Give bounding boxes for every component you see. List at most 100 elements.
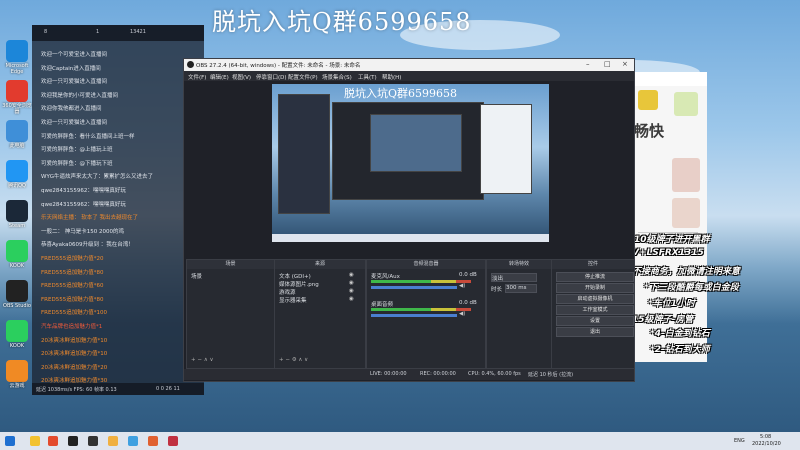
volume-meter [371,280,471,283]
obs-titlebar[interactable]: OBS 27.2.4 (64-bit, windows) - 配置文件: 未命名… [184,59,634,71]
obs-window[interactable]: OBS 27.2.4 (64-bit, windows) - 配置文件: 未命名… [183,58,635,382]
chat-footer-left: 延迟 1038ms/s FPS: 60 帧率 0.13 [36,387,117,393]
app-icon [6,80,28,102]
obs-statusbar: LIVE: 00:00:00 REC: 00:00:00 CPU: 0.4%, … [184,369,634,380]
source-item[interactable]: 游戏源 [279,288,296,296]
scenes-panel: 场景 场景 + − ∧ ∨ [186,259,275,369]
browser-icon[interactable] [48,436,58,446]
menu-profile[interactable]: 配置文件(P) [288,73,318,81]
menu-edit[interactable]: 编辑(E) [210,73,229,81]
chat-message: 欢迎一只可爱猫进入直播间 [41,120,108,126]
eye-icon[interactable]: ◉ [349,288,354,294]
clock-date[interactable]: 2022/10/20 [752,441,781,447]
menu-docks[interactable]: 停靠窗口(D) [256,73,287,81]
scenes-toolbar[interactable]: + − ∧ ∨ [191,357,214,363]
preview-title: 脱坑入坑Q群6599658 [344,87,458,100]
overlay-title: 脱坑入坑Q群6599658 [212,8,472,36]
chat-message: 20冰爽冰鲜追加魅力值*10 [41,351,108,358]
file-explorer-icon[interactable] [30,436,40,446]
overlay-info-line: *车位1小时 [648,299,695,309]
transition-select[interactable]: 淡出 [491,273,537,282]
chat-message: 20冰爽冰鲜追加魅力值*10 [41,337,108,344]
sources-toolbar[interactable]: + − ⚙ ∧ ∨ [279,357,308,363]
desktop-icon-label: 云游戏 [9,383,25,389]
app-icon [6,360,28,382]
desktop-icon[interactable]: 腾讯QQ [2,160,32,189]
chat-message: 欢迎我是你的小可爱进入直播间 [41,92,119,99]
desktop-icon[interactable]: Microsoft Edge [2,40,32,75]
chat-message: 恭喜Ayaka0609升级到 ：我在台湾！ [41,242,134,249]
language-indicator[interactable]: ENG [734,438,745,444]
desktop-icon-label: Microsoft Edge [5,63,29,75]
volume-slider[interactable] [371,286,457,289]
desktop-icon-label: 腾讯QQ [8,183,26,189]
scene-item[interactable]: 场景 [191,272,202,280]
app-icon[interactable] [168,436,178,446]
app-icon[interactable] [108,436,118,446]
desktop-icon[interactable]: 云游戏 [2,360,32,389]
settings-button[interactable]: 设置 [556,316,634,326]
desktop-icon[interactable]: 360安全浏览器 [2,80,32,115]
clock-time[interactable]: 5:08 [760,434,771,440]
chat-footer: 延迟 1038ms/s FPS: 60 帧率 0.13 0 0 26 11 [32,383,204,395]
duration-input[interactable]: 300 ms [505,284,537,293]
close-icon[interactable]: × [622,60,628,68]
minimize-icon[interactable]: – [586,60,590,68]
overlay-info-line: *4-白金到钻石 [650,329,710,339]
overlay-info-line: V+LSFRX1315 [632,248,704,258]
studio-mode-button[interactable]: 工作室模式 [556,305,634,315]
scenes-header: 场景 [187,260,274,269]
sticker-icon [674,92,698,116]
eye-icon[interactable]: ◉ [349,280,354,286]
overlay-window-titlebar[interactable] [632,72,707,86]
maximize-icon[interactable]: □ [604,60,611,68]
chat-message: FRED555追加魅力值*80 [41,296,104,303]
app-icon[interactable] [148,436,158,446]
chat-message: 可爱的胖胖鱼：@下播玩下班 [41,160,113,167]
eye-icon[interactable]: ◉ [349,272,354,278]
start-virtual-camera-button[interactable]: 启动虚拟摄像机 [556,294,634,304]
preview-nested-chat [278,94,330,214]
controls-panel: 控件 停止推流 开始录制 启动虚拟摄像机 工作室模式 设置 退出 [551,259,635,369]
speaker-icon[interactable]: ◀) [459,283,465,289]
source-item[interactable]: 显示器采集 [279,296,307,304]
sources-panel: 来源 文本 (GDI+) 媒体源图片.png 游戏源 显示器采集 ◉ ◉ ◉ ◉… [274,259,366,369]
menu-view[interactable]: 视图(V) [232,73,251,81]
desktop-icon[interactable]: OBS Studio [2,280,32,309]
exit-button[interactable]: 退出 [556,327,634,337]
desktop-icon[interactable]: 此电脑 [2,120,32,149]
overlay-header-text: 畅快 [634,122,665,140]
speaker-icon[interactable]: ◀) [459,311,465,317]
desktop-icon[interactable]: KOOK [2,240,32,269]
volume-slider[interactable] [371,314,457,317]
app-icon[interactable] [88,436,98,446]
desktop-icon-label: Steam [8,223,26,229]
chat-message: 可爱的胖胖鱼：看什么直播间上班一样 [41,133,135,140]
transitions-panel: 转场特效 淡出 时长 300 ms [486,259,552,369]
start-icon[interactable] [5,436,15,446]
chat-message: 一般二： 神马是卡150 2000的鸡 [41,228,124,235]
menu-help[interactable]: 帮助(H) [382,73,401,81]
chat-message: 欢迎你我他都进入直播间 [41,106,102,113]
app-icon [6,320,28,342]
obs-taskbar-icon[interactable] [68,436,78,446]
status-cpu: CPU: 0.4%, 60.00 fps [468,371,521,377]
desktop-icon-label: 此电脑 [9,143,25,149]
source-item[interactable]: 文本 (GDI+) [279,272,311,280]
chat-message: 汽车品牌也追加魅力值*1 [41,324,103,330]
menu-tools[interactable]: 工具(T) [358,73,377,81]
menu-scene-collection[interactable]: 场景集合(S) [322,73,352,81]
chat-message: FRED555追加魅力值*80 [41,269,104,276]
obs-preview[interactable]: 脱坑入坑Q群6599658 [272,84,549,242]
start-recording-button[interactable]: 开始录制 [556,283,634,293]
desktop-icon[interactable]: Steam [2,200,32,229]
obs-window-title: OBS 27.2.4 (64-bit, windows) - 配置文件: 未命名… [196,63,361,69]
menu-file[interactable]: 文件(F) [188,73,206,81]
desktop-icon[interactable]: KOOK [2,320,32,349]
preview-taskbar [272,234,549,242]
mixer-track-db: 0.0 dB [459,272,477,278]
eye-icon[interactable]: ◉ [349,296,354,302]
app-icon[interactable] [128,436,138,446]
stop-streaming-button[interactable]: 停止推流 [556,272,634,282]
source-item[interactable]: 媒体源图片.png [279,280,319,288]
